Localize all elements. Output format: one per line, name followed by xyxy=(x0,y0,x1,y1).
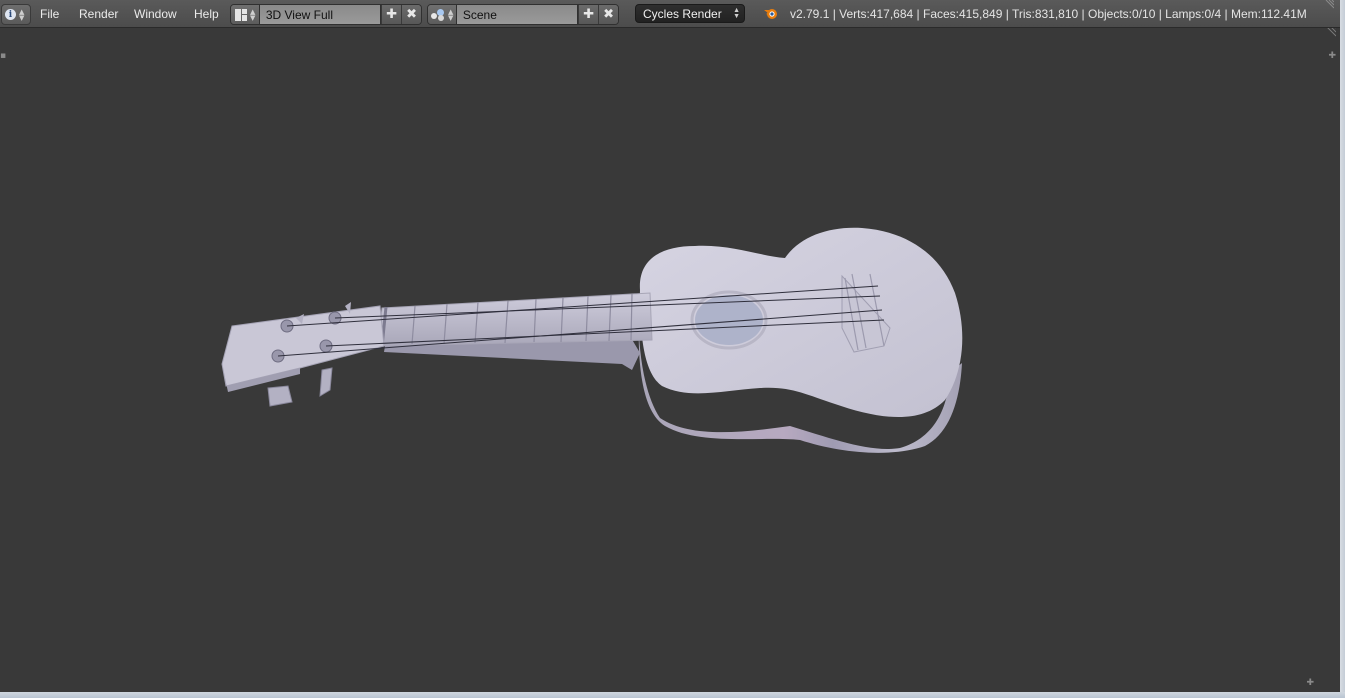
add-scene-button[interactable]: ✚ xyxy=(578,5,599,24)
menu-window[interactable]: Window xyxy=(134,7,177,21)
scene-selector[interactable]: ▲ ▼ xyxy=(428,5,457,24)
screen-layout-selector[interactable]: ▲ ▼ xyxy=(231,5,260,24)
render-engine-dropdown[interactable]: Cycles Render ▲ ▼ xyxy=(635,4,745,23)
plus-icon: ✚ xyxy=(386,7,398,22)
window-right-border xyxy=(1340,0,1345,698)
info-header: i ▲ ▼ File Render Window Help ▲ ▼ 3D View … xyxy=(0,0,1340,28)
scene-widget: ▲ ▼ Scene ✚ ✖ xyxy=(427,4,619,25)
3d-viewport[interactable]: ▪ ✚ ✚ xyxy=(0,28,1340,692)
body-top xyxy=(639,227,963,418)
screen-layout-name-field[interactable]: 3D View Full xyxy=(259,5,382,24)
x-icon: ✖ xyxy=(406,7,417,22)
scene-icon xyxy=(431,8,445,21)
scene-statistics: v2.79.1 | Verts:417,684 | Faces:415,849 … xyxy=(790,7,1307,21)
screen-layout-icon xyxy=(235,8,247,21)
info-icon: i xyxy=(5,9,16,20)
plus-icon: ✚ xyxy=(583,7,595,22)
window-bottom-border xyxy=(0,692,1345,698)
screen-layout-widget: ▲ ▼ 3D View Full ✚ ✖ xyxy=(230,4,422,25)
menu-render[interactable]: Render xyxy=(79,7,118,21)
add-screen-button[interactable]: ✚ xyxy=(381,5,402,24)
updown-arrows-icon: ▲ ▼ xyxy=(733,7,740,20)
updown-arrows-icon: ▲ ▼ xyxy=(19,7,25,22)
x-icon: ✖ xyxy=(603,7,614,22)
scene-name-field[interactable]: Scene xyxy=(456,5,579,24)
remove-scene-button[interactable]: ✖ xyxy=(598,5,618,24)
menu-file[interactable]: File xyxy=(40,7,59,21)
blender-logo-icon xyxy=(764,9,777,19)
render-engine-label: Cycles Render xyxy=(643,6,722,21)
remove-screen-button[interactable]: ✖ xyxy=(401,5,421,24)
ukulele-model[interactable] xyxy=(0,28,1340,692)
editor-type-selector[interactable]: i ▲ ▼ xyxy=(1,4,31,25)
updown-arrows-icon: ▲ ▼ xyxy=(250,7,256,22)
area-split-grip-icon[interactable] xyxy=(1324,0,1334,10)
menu-help[interactable]: Help xyxy=(194,7,219,21)
updown-arrows-icon: ▲ ▼ xyxy=(448,7,454,22)
